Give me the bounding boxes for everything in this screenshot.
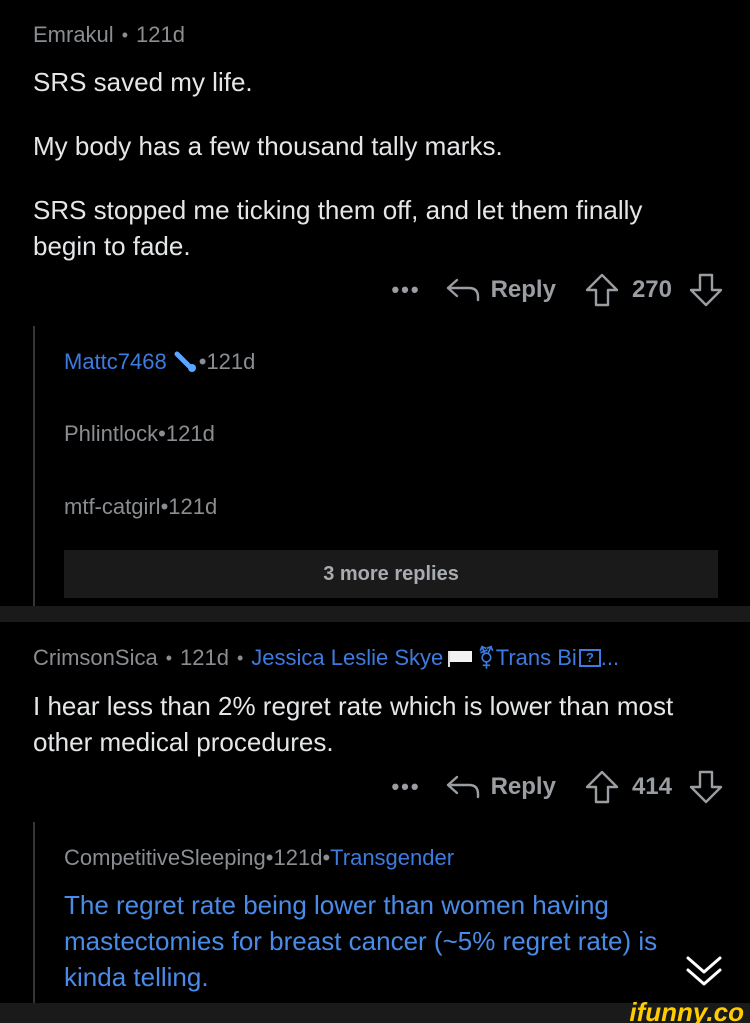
reply-arrow-icon [446, 775, 479, 799]
comment-age: 121d [180, 645, 229, 670]
reply-label: Reply [490, 276, 556, 303]
comment-meta: CrimsonSica • 121d • Jessica Leslie Skye… [33, 645, 619, 671]
comment-text: The regret rate being lower than women h… [64, 890, 658, 992]
more-options-button[interactable]: ••• [391, 277, 420, 303]
separator-dot: • [236, 647, 244, 668]
separator-dot: • [198, 349, 207, 374]
user-flair: Transgender [330, 845, 455, 870]
vote-score: 270 [631, 276, 672, 303]
separator-dot: • [121, 24, 128, 45]
reply-arrow-icon [446, 278, 479, 302]
transgender-symbol-icon: ⚧ [477, 645, 496, 670]
comment-age: 121d [273, 845, 323, 870]
separator-dot: • [265, 845, 274, 870]
comment-age: 121d [206, 349, 256, 374]
comment-paragraph: SRS saved my life. [33, 67, 253, 97]
comment-divider [0, 606, 750, 622]
reply-button[interactable]: Reply [445, 276, 556, 304]
vote-score: 414 [631, 773, 672, 800]
username[interactable]: Phlintlock [64, 421, 158, 447]
reply-label: Reply [490, 773, 556, 800]
reply-button[interactable]: Reply [445, 773, 556, 801]
collapsed-reply[interactable]: mtf-catgirl • 121d [64, 494, 217, 520]
watermark-logo: ifunny.co [629, 997, 744, 1023]
flair-ellipsis: ... [600, 645, 620, 670]
downvote-icon[interactable] [688, 769, 724, 805]
comment-actions: ••• Reply 270 [391, 268, 724, 312]
chevron-down-icon[interactable] [684, 950, 724, 990]
comment-actions: ••• Reply 414 [391, 765, 724, 809]
thread-line[interactable] [33, 326, 35, 606]
username[interactable]: Mattc7468 [64, 349, 167, 375]
downvote-icon[interactable] [688, 272, 724, 308]
moderator-wrench-icon [174, 351, 196, 372]
upvote-icon[interactable] [584, 272, 620, 308]
thread-line[interactable] [33, 822, 35, 1003]
separator-dot: • [165, 647, 173, 668]
comment-text: I hear less than 2% regret rate which is… [33, 691, 674, 757]
comment-meta: Emrakul • 121d [33, 22, 723, 48]
comment-paragraph: My body has a few thousand tally marks. [33, 131, 503, 161]
collapsed-reply[interactable]: Phlintlock • 121d [64, 421, 215, 447]
comment-age: 121d [136, 22, 185, 47]
upvote-icon[interactable] [584, 769, 620, 805]
flag-icon [448, 651, 473, 667]
comment-emrakul: Emrakul • 121d SRS saved my life. My bod… [33, 22, 723, 261]
separator-dot: • [158, 421, 166, 446]
comment-age: 121d [168, 494, 218, 519]
user-flair: Jessica Leslie Skye [251, 645, 444, 670]
comment-paragraph: SRS stopped me ticking them off, and let… [33, 195, 643, 261]
separator-dot: • [160, 494, 169, 519]
username[interactable]: Emrakul [33, 22, 114, 48]
user-flair-2: Trans Bi [495, 645, 577, 670]
username[interactable]: CompetitiveSleeping [64, 845, 266, 871]
unknown-glyph-icon: ? [578, 649, 601, 667]
username[interactable]: mtf-catgirl [64, 494, 161, 520]
more-replies-button[interactable]: 3 more replies [64, 550, 718, 598]
comment-age: 121d [165, 421, 215, 446]
comment-meta: CompetitiveSleeping • 121d • Transgender [64, 845, 454, 871]
separator-dot: • [322, 845, 331, 870]
more-options-button[interactable]: ••• [391, 774, 420, 800]
username[interactable]: CrimsonSica [33, 645, 158, 671]
collapsed-reply[interactable]: Mattc7468 • 121d [64, 349, 255, 375]
